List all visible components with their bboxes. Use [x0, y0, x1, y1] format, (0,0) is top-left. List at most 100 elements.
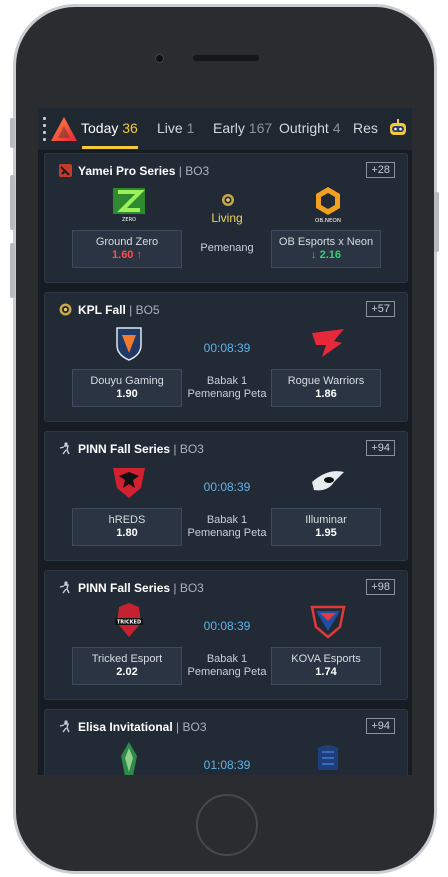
- odd-value: 1.60 ↑: [112, 249, 142, 261]
- tab-bar: Today 36 Live 1 Early 167 Outright 4 Res: [38, 108, 412, 150]
- svg-text:TRICKED: TRICKED: [117, 620, 141, 626]
- odd-button-right[interactable]: Rogue Warriors 1.86: [271, 369, 381, 407]
- match-status: Living: [211, 211, 243, 225]
- odd-button-left[interactable]: hREDS 1.80: [72, 508, 182, 546]
- league-title: Elisa Invitational | BO3: [78, 720, 207, 734]
- team-name: Ground Zero: [95, 236, 159, 248]
- dota-icon: [59, 164, 72, 177]
- earpiece-speaker: [193, 55, 259, 61]
- tab-count: 4: [332, 120, 341, 136]
- power-button: [434, 192, 439, 252]
- living-status-icon: [222, 194, 234, 206]
- hreds-logo-icon: [113, 468, 145, 498]
- team-logo-green-icon: [121, 742, 137, 775]
- mute-switch: [10, 118, 15, 148]
- tricked-esport-logo-icon: TRICKED: [115, 603, 143, 637]
- match-timer: 00:08:39: [203, 341, 251, 355]
- odd-value: 1.86: [315, 388, 337, 400]
- market-label: Pemenang: [200, 242, 254, 254]
- market-label: Babak 1 Pemenang Peta: [187, 653, 267, 678]
- team-name: Douyu Gaming: [90, 375, 164, 387]
- odd-button-left[interactable]: Douyu Gaming 1.90: [72, 369, 182, 407]
- best-of-label: | BO3: [176, 720, 207, 734]
- odd-button-left[interactable]: Ground Zero 1.60 ↑: [72, 230, 182, 268]
- best-of-label: | BO3: [173, 581, 204, 595]
- match-card[interactable]: KPL Fall | BO5 +57 00:08:39 Douyu Gaming…: [44, 292, 408, 422]
- illuminar-logo-icon: [312, 471, 344, 491]
- robot-icon[interactable]: [388, 119, 408, 137]
- odd-value: 1.95: [315, 527, 337, 539]
- match-card[interactable]: Elisa Invitational | BO3 +94 01:08:39: [44, 709, 408, 775]
- more-markets-badge[interactable]: +57: [366, 301, 395, 317]
- kpl-icon: [59, 303, 72, 316]
- league-title: KPL Fall | BO5: [78, 303, 160, 317]
- more-markets-badge[interactable]: +94: [366, 718, 395, 734]
- volume-down-button: [10, 243, 15, 298]
- menu-icon[interactable]: [43, 117, 47, 145]
- tab-results[interactable]: Res: [353, 120, 378, 136]
- rogue-warriors-logo-icon: [312, 329, 344, 357]
- best-of-label: | BO5: [129, 303, 160, 317]
- odd-button-right[interactable]: KOVA Esports 1.74: [271, 647, 381, 685]
- ground-zero-logo-icon: ZERO: [113, 188, 145, 223]
- svg-text:OB.NEON: OB.NEON: [315, 218, 341, 224]
- odd-button-right[interactable]: OB Esports x Neon ↓ 2.16: [271, 230, 381, 268]
- tab-live[interactable]: Live 1: [157, 120, 194, 136]
- tab-count: 1: [186, 120, 195, 136]
- tab-label: Early: [213, 120, 245, 136]
- match-card[interactable]: PINN Fall Series | BO3 +98 TRICKED 00:08…: [44, 570, 408, 700]
- league-title: PINN Fall Series | BO3: [78, 442, 204, 456]
- tab-label: Res: [353, 120, 378, 136]
- league-name: PINN Fall Series: [78, 581, 171, 595]
- match-card[interactable]: PINN Fall Series | BO3 +94 00:08:39 hRED…: [44, 431, 408, 561]
- best-of-label: | BO3: [173, 442, 204, 456]
- front-camera: [155, 54, 164, 63]
- more-markets-badge[interactable]: +98: [366, 579, 395, 595]
- market-label: Babak 1 Pemenang Peta: [187, 375, 267, 400]
- league-name: Yamei Pro Series: [78, 164, 176, 178]
- league-title: Yamei Pro Series | BO3: [78, 164, 209, 178]
- team-name: hREDS: [108, 514, 146, 526]
- home-button[interactable]: [196, 794, 258, 856]
- tab-outright[interactable]: Outright 4: [279, 120, 341, 136]
- svg-text:ZERO: ZERO: [122, 217, 136, 223]
- more-markets-badge[interactable]: +94: [366, 440, 395, 456]
- tab-today[interactable]: Today 36: [81, 120, 138, 136]
- best-of-label: | BO3: [178, 164, 210, 178]
- match-card[interactable]: Yamei Pro Series | BO3 +28 ZERO Living O…: [44, 153, 408, 283]
- tab-label: Today: [81, 120, 119, 136]
- match-timer: 00:08:39: [203, 480, 251, 494]
- odd-value: 1.74: [315, 666, 337, 678]
- app-screen: Today 36 Live 1 Early 167 Outright 4 Res…: [38, 108, 412, 775]
- odd-value: 1.80: [116, 527, 138, 539]
- brand-logo-icon: [51, 117, 77, 141]
- odd-value: 2.02: [116, 666, 138, 678]
- league-title: PINN Fall Series | BO3: [78, 581, 204, 595]
- ob-neon-logo-icon: OB.NEON: [315, 187, 341, 224]
- team-name: Rogue Warriors: [287, 375, 365, 387]
- counter-strike-icon: [59, 720, 70, 733]
- volume-up-button: [10, 175, 15, 230]
- tab-label: Live: [157, 120, 183, 136]
- market-label: Babak 1 Pemenang Peta: [187, 514, 267, 539]
- odd-value: 1.90: [116, 388, 138, 400]
- team-name: KOVA Esports: [291, 653, 361, 665]
- more-markets-badge[interactable]: +28: [366, 162, 395, 178]
- tab-label: Outright: [279, 120, 329, 136]
- league-name: Elisa Invitational: [78, 720, 173, 734]
- tab-early[interactable]: Early 167: [213, 120, 272, 136]
- active-tab-indicator: [82, 146, 138, 149]
- kova-esports-logo-icon: [310, 605, 346, 639]
- odd-button-left[interactable]: Tricked Esport 2.02: [72, 647, 182, 685]
- league-name: PINN Fall Series: [78, 442, 171, 456]
- team-name: Illuminar: [305, 514, 347, 526]
- team-name: OB Esports x Neon: [278, 236, 374, 248]
- tab-count: 167: [248, 120, 273, 136]
- league-name: KPL Fall: [78, 303, 126, 317]
- team-name: Tricked Esport: [91, 653, 163, 665]
- tab-count: 36: [122, 120, 138, 136]
- counter-strike-icon: [59, 442, 70, 455]
- douyu-gaming-logo-icon: [116, 327, 142, 361]
- match-timer: 01:08:39: [203, 758, 251, 772]
- odd-button-right[interactable]: Illuminar 1.95: [271, 508, 381, 546]
